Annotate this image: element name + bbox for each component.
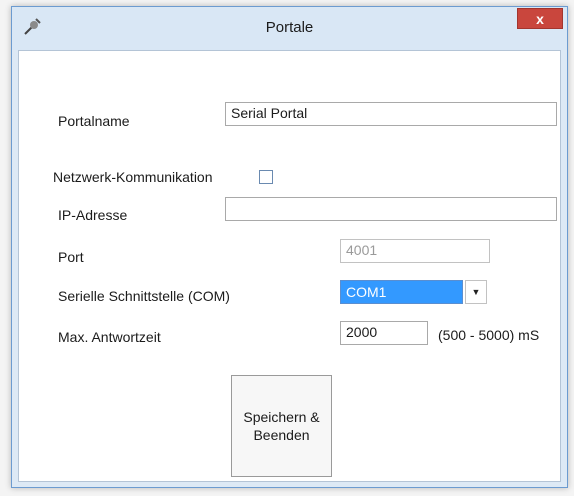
window-title: Portale	[265, 19, 314, 36]
serial-port-select[interactable]: COM1 ▼	[340, 280, 490, 304]
port-input: 4001	[340, 239, 490, 263]
response-time-range: (500 - 5000) mS	[438, 327, 540, 343]
title-bar[interactable]: Portale x	[12, 7, 567, 50]
network-communication-label: Netzwerk-Kommunikation	[53, 169, 213, 185]
form-area: Portalname Serial Portal Netzwerk-Kommun…	[18, 50, 561, 482]
close-button[interactable]: x	[517, 8, 563, 29]
save-and-exit-button[interactable]: Speichern & Beenden	[231, 375, 332, 477]
close-icon: x	[536, 11, 544, 27]
ip-address-label: IP-Adresse	[58, 207, 128, 223]
max-response-time-label: Max. Antwortzeit	[58, 329, 161, 345]
ip-address-input[interactable]	[225, 197, 557, 221]
serial-port-selected-value: COM1	[340, 280, 463, 304]
network-communication-checkbox[interactable]	[259, 170, 273, 184]
port-label: Port	[58, 249, 84, 265]
chevron-down-icon[interactable]: ▼	[465, 280, 487, 304]
dialog-window: Portale x Portalname Serial Portal Netzw…	[11, 6, 568, 488]
page: Portale x Portalname Serial Portal Netzw…	[0, 0, 574, 496]
portalname-label: Portalname	[58, 113, 130, 129]
max-response-time-input[interactable]: 2000	[340, 321, 428, 345]
save-button-line1: Speichern &	[243, 409, 320, 425]
serial-port-label: Serielle Schnittstelle (COM)	[58, 288, 230, 304]
save-button-line2: Beenden	[253, 427, 310, 443]
portalname-input[interactable]: Serial Portal	[225, 102, 557, 126]
